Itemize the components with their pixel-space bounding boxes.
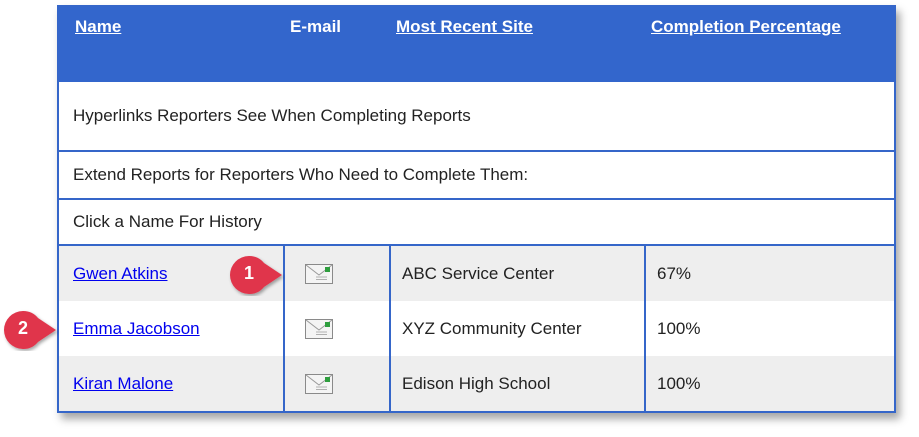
most-recent-site: ABC Service Center xyxy=(402,264,555,283)
completion-percentage: 67% xyxy=(657,264,692,283)
envelope-icon[interactable] xyxy=(305,319,333,339)
reporter-name-link[interactable]: Kiran Malone xyxy=(73,374,173,393)
extend-reports-row: Extend Reports for Reporters Who Need to… xyxy=(59,152,894,200)
column-divider xyxy=(644,246,646,413)
callout-number-1: 1 xyxy=(243,263,254,283)
reporter-name-link[interactable]: Gwen Atkins xyxy=(73,264,168,283)
click-name-history-row: Click a Name For History xyxy=(59,200,894,246)
column-divider xyxy=(389,246,391,413)
name-column-header[interactable]: Name xyxy=(75,17,121,37)
most-recent-site: XYZ Community Center xyxy=(402,319,582,338)
table-header: Name E-mail Most Recent Site Completion … xyxy=(59,7,894,82)
envelope-icon[interactable] xyxy=(305,374,333,394)
callout-number-2: 2 xyxy=(17,318,28,338)
callout-marker-1: 1 xyxy=(228,254,288,296)
site-column-header[interactable]: Most Recent Site xyxy=(396,17,533,37)
reporter-name-link[interactable]: Emma Jacobson xyxy=(73,319,200,338)
table-row: Kiran Malone Edison High School 100% xyxy=(59,356,894,411)
hyperlinks-info-row: Hyperlinks Reporters See When Completing… xyxy=(59,82,894,152)
completion-percentage: 100% xyxy=(657,319,701,338)
email-column-header: E-mail xyxy=(290,17,342,36)
table-row: Emma Jacobson XYZ Community Center 100% xyxy=(59,301,894,356)
completion-column-header[interactable]: Completion Percentage xyxy=(651,17,841,37)
envelope-icon[interactable] xyxy=(305,264,333,284)
reporters-panel: Name E-mail Most Recent Site Completion … xyxy=(57,5,896,413)
table-row: Gwen Atkins ABC Service Center 67% xyxy=(59,246,894,301)
callout-marker-2: 2 xyxy=(2,309,62,351)
most-recent-site: Edison High School xyxy=(402,374,551,393)
completion-percentage: 100% xyxy=(657,374,701,393)
